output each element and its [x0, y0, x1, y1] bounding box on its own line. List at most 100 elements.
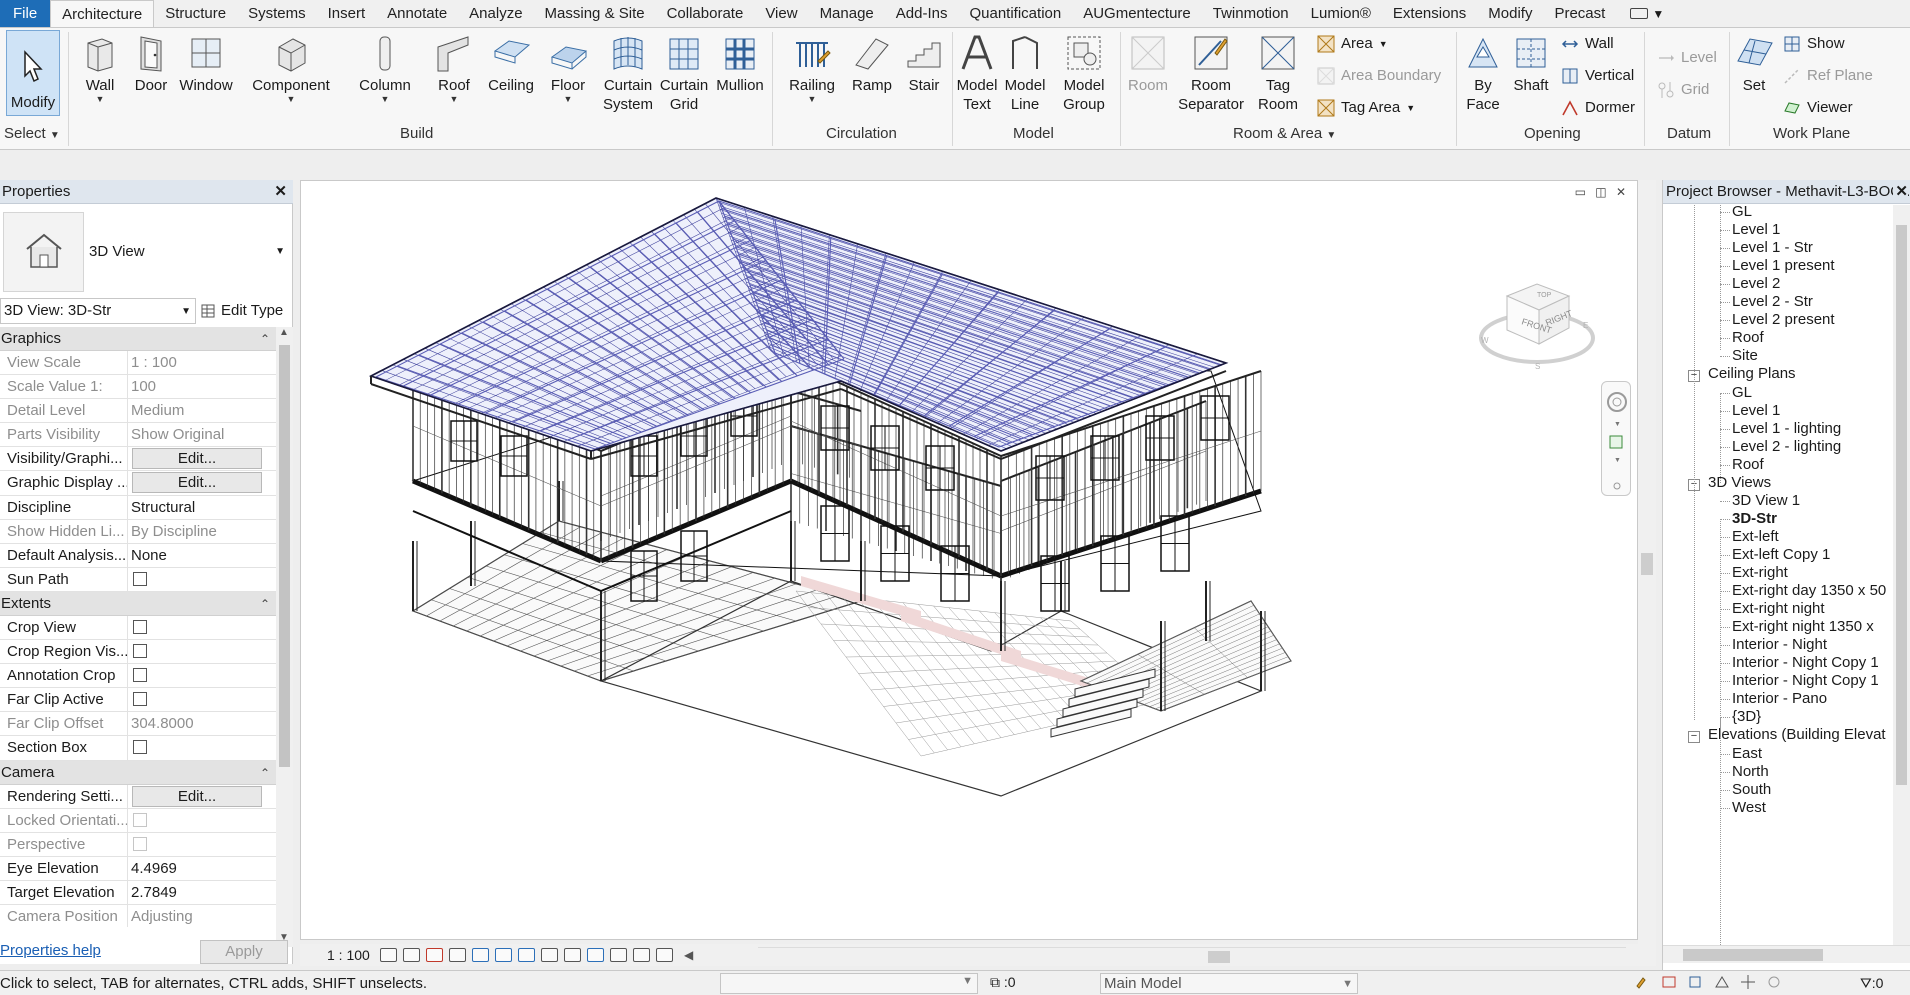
window-button[interactable]: Window — [176, 32, 236, 95]
viewcube[interactable]: FRONT RIGHT TOP W S E — [1477, 266, 1597, 376]
ceiling-button[interactable]: Ceiling — [484, 32, 538, 95]
sun-path-icon[interactable] — [426, 948, 443, 962]
category-graphics[interactable]: Graphics ⌃ — [0, 327, 276, 351]
railing-button[interactable]: Railing ▼ — [782, 32, 842, 104]
view-horizontal-scrollbar[interactable] — [758, 947, 1626, 963]
select-underlay-icon[interactable] — [1661, 974, 1679, 990]
component-button[interactable]: Component ▼ — [248, 32, 334, 104]
building-3d-model[interactable] — [301, 181, 1639, 941]
modify-button[interactable]: Modify — [6, 30, 60, 116]
tab-collaborate[interactable]: Collaborate — [656, 0, 755, 27]
tab-lumion[interactable]: Lumion® — [1300, 0, 1382, 27]
model-text-button[interactable]: Model Text — [954, 32, 1000, 114]
chevron-down-icon[interactable]: ▼ — [275, 246, 285, 257]
property-edit-button[interactable]: Edit... — [132, 472, 262, 494]
tab-insert[interactable]: Insert — [317, 0, 377, 27]
reveal-constraints-icon[interactable] — [656, 948, 673, 962]
by-face-button[interactable]: By Face — [1460, 32, 1506, 114]
stair-button[interactable]: Stair — [898, 32, 950, 95]
zoom-region-icon[interactable] — [1609, 435, 1623, 449]
steering-wheel-icon[interactable] — [1607, 392, 1627, 412]
tab-augmentecture[interactable]: AUGmentecture — [1072, 0, 1202, 27]
chevron-down-icon[interactable]: ▼ — [1614, 421, 1621, 428]
floor-button[interactable]: Floor ▼ — [542, 32, 594, 104]
browser-horizontal-scrollbar[interactable] — [1663, 945, 1910, 963]
tab-annotate[interactable]: Annotate — [376, 0, 458, 27]
reveal-hidden-icon[interactable] — [587, 948, 604, 962]
scroll-thumb[interactable] — [1208, 951, 1230, 963]
category-extents[interactable]: Extents ⌃ — [0, 591, 276, 616]
chevron-left-icon[interactable]: ◀ — [684, 948, 693, 962]
area-boundary-button[interactable]: Area Boundary — [1316, 66, 1441, 85]
instance-dropdown[interactable]: 3D View: 3D-Str ▼ — [0, 298, 196, 324]
background-process-icon[interactable] — [1765, 974, 1783, 990]
drag-elements-icon[interactable] — [1739, 974, 1757, 990]
collapse-icon[interactable]: − — [1688, 731, 1700, 744]
render-icon[interactable] — [472, 948, 489, 962]
view-vertical-scrollbar[interactable] — [1638, 180, 1656, 944]
scroll-thumb[interactable] — [279, 345, 290, 767]
tab-file[interactable]: File — [0, 0, 51, 27]
curtain-grid-button[interactable]: Curtain Grid — [656, 32, 712, 114]
detail-level-icon[interactable] — [380, 948, 397, 962]
temp-hide-icon[interactable] — [564, 948, 581, 962]
close-icon[interactable]: ✕ — [274, 180, 287, 204]
nav-bar-options-icon[interactable] — [1613, 482, 1621, 490]
collapse-icon[interactable]: ⌃ — [260, 761, 270, 785]
property-value[interactable]: None — [128, 544, 276, 567]
properties-scrollbar[interactable]: ▲ ▼ — [276, 327, 293, 947]
grid-button[interactable]: Grid — [1656, 80, 1709, 99]
shaft-button[interactable]: Shaft — [1508, 32, 1554, 95]
3d-viewport[interactable]: ▭ ◫ ✕ FRONT RIGHT TOP W S E ▼ ▼ — [300, 180, 1638, 940]
curtain-system-button[interactable]: Curtain System — [600, 32, 656, 114]
edit-type-button[interactable]: Edit Type — [201, 298, 283, 324]
vertical-opening-button[interactable]: Vertical — [1560, 66, 1634, 85]
scroll-thumb[interactable] — [1896, 225, 1907, 785]
area-button[interactable]: Area ▼ — [1316, 34, 1388, 53]
highlight-displacement-icon[interactable] — [633, 948, 650, 962]
select-by-face-icon[interactable] — [1713, 974, 1731, 990]
workset-dropdown[interactable]: ▼ — [720, 973, 978, 994]
tab-massing[interactable]: Massing & Site — [534, 0, 656, 27]
property-checkbox[interactable] — [133, 644, 147, 659]
tag-area-button[interactable]: Tag Area ▼ — [1316, 98, 1415, 117]
ref-plane-button[interactable]: Ref Plane — [1782, 66, 1873, 85]
properties-help-link[interactable]: Properties help — [0, 942, 101, 959]
tab-architecture[interactable]: Architecture — [50, 0, 155, 27]
chevron-down-icon[interactable]: ▼ — [1614, 457, 1621, 464]
property-value[interactable]: Structural — [128, 496, 276, 519]
tab-systems[interactable]: Systems — [237, 0, 317, 27]
tab-structure[interactable]: Structure — [154, 0, 237, 27]
level-button[interactable]: Level — [1656, 48, 1717, 67]
viewer-button[interactable]: Viewer — [1782, 98, 1853, 117]
show-crop-icon[interactable] — [518, 948, 535, 962]
wall-button[interactable]: Wall ▼ — [75, 32, 125, 104]
dormer-button[interactable]: Dormer — [1560, 98, 1635, 117]
visual-style-icon[interactable] — [403, 948, 420, 962]
model-line-button[interactable]: Model Line — [1002, 32, 1048, 114]
filter-count[interactable]: ⛛:0 — [1860, 975, 1883, 992]
view-scale[interactable]: 1 : 100 — [327, 947, 377, 963]
shadows-icon[interactable] — [449, 948, 466, 962]
scroll-thumb[interactable] — [1641, 553, 1653, 575]
room-separator-button[interactable]: Room Separator — [1178, 32, 1244, 114]
tab-manage[interactable]: Manage — [809, 0, 885, 27]
property-checkbox[interactable] — [133, 740, 147, 755]
select-group-label[interactable]: Select ▼ — [4, 125, 60, 142]
set-work-plane-button[interactable]: Set — [1732, 32, 1776, 95]
browser-vertical-scrollbar[interactable] — [1893, 205, 1910, 945]
room-area-group-label[interactable]: Room & Area ▼ — [1233, 125, 1336, 142]
collapse-icon[interactable]: ⌃ — [260, 327, 270, 351]
category-camera[interactable]: Camera ⌃ — [0, 760, 276, 785]
property-checkbox[interactable] — [133, 571, 147, 586]
tag-room-button[interactable]: Tag Room — [1252, 32, 1304, 114]
type-selector[interactable]: 3D View ▼ — [0, 210, 293, 296]
tree-folder[interactable]: − Elevations (Building Elevat — [1688, 724, 1886, 746]
tab-view[interactable]: View — [754, 0, 808, 27]
design-option-dropdown[interactable]: Main Model ▼ — [1100, 973, 1358, 994]
tab-twinmotion[interactable]: Twinmotion — [1202, 0, 1300, 27]
property-edit-button[interactable]: Edit... — [132, 785, 262, 807]
property-value[interactable]: 2.7849 — [128, 881, 276, 904]
property-value[interactable]: 4.4969 — [128, 857, 276, 880]
worksharing-icon[interactable] — [610, 948, 627, 962]
